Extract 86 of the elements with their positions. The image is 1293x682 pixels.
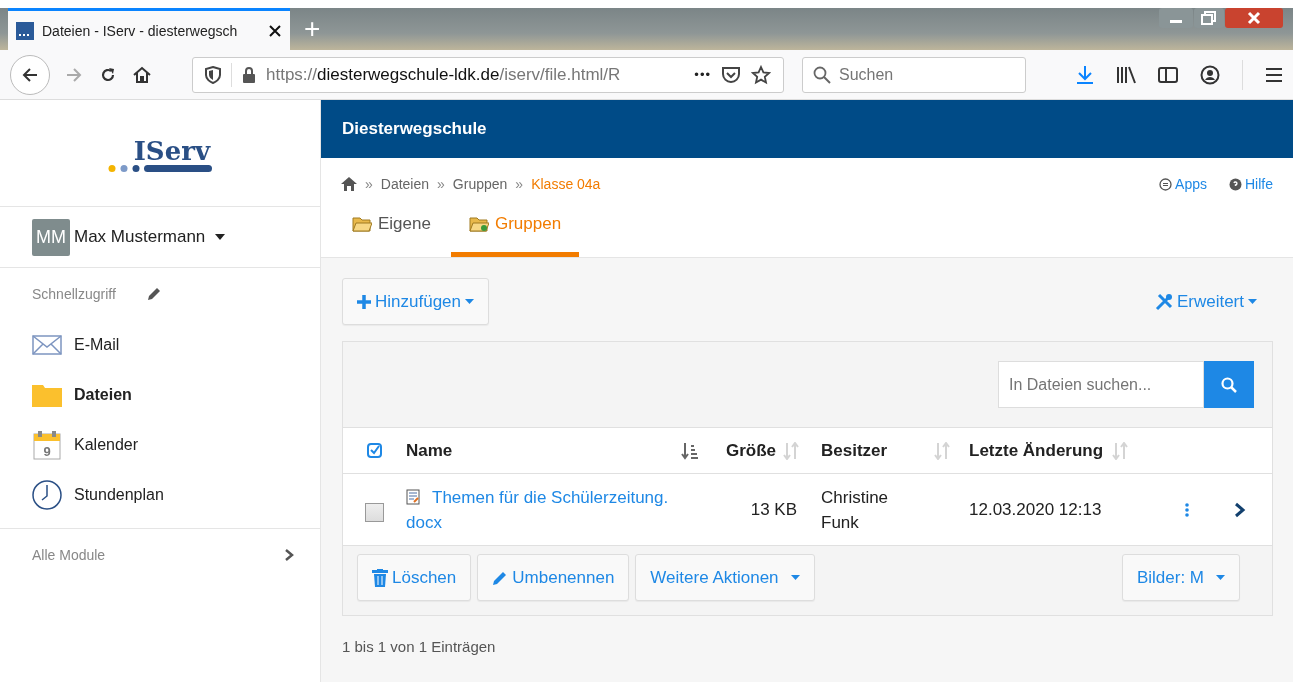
home-icon[interactable] — [132, 64, 152, 85]
select-all-icon[interactable] — [367, 443, 382, 458]
page-actions-button[interactable]: ••• — [694, 67, 711, 82]
close-icon[interactable] — [268, 23, 282, 38]
star-icon[interactable] — [751, 64, 771, 85]
apps-icon[interactable] — [1159, 177, 1173, 191]
entries-info: 1 bis 1 von 1 Einträgen — [342, 637, 497, 655]
avatar: MM — [32, 218, 70, 256]
search-icon — [1221, 376, 1237, 393]
breadcrumb-separator: » — [515, 176, 524, 192]
breadcrumb-separator: » — [365, 176, 373, 192]
document-icon — [406, 488, 420, 505]
more-options-icon[interactable] — [1185, 502, 1189, 517]
trash-icon — [372, 568, 388, 587]
help-link[interactable]: Hilfe — [1245, 176, 1273, 192]
logo-dots-icon — [108, 163, 212, 173]
section-label: Schnellzugriff — [32, 286, 116, 302]
minimize-icon[interactable] — [1159, 8, 1193, 28]
pencil-icon — [492, 569, 509, 586]
shield-icon — [205, 65, 221, 84]
lock-icon — [242, 65, 256, 84]
caret-icon — [465, 299, 474, 304]
delete-button[interactable]: Löschen — [357, 554, 472, 601]
table-cell-text: Christine Funk — [821, 486, 890, 534]
site-icon — [16, 21, 34, 40]
caret-icon — [1248, 299, 1257, 304]
tab[interactable]: Eigene — [341, 202, 442, 257]
breadcrumb-link[interactable]: Gruppen — [452, 176, 508, 192]
logo: IServ — [133, 137, 210, 164]
column-header[interactable]: Name — [406, 440, 453, 461]
sidebar-icon[interactable] — [1158, 65, 1178, 84]
envelope-icon — [32, 335, 62, 355]
all-modules-link[interactable]: Alle Module — [0, 528, 320, 581]
pocket-icon[interactable] — [721, 65, 741, 84]
restore-icon[interactable] — [1194, 8, 1224, 28]
advanced-menu[interactable]: Erweitert — [1154, 291, 1257, 312]
add-button[interactable]: Hinzufügen — [342, 278, 489, 325]
group-folder-icon — [468, 216, 489, 232]
rename-button[interactable]: Umbenennen — [477, 554, 630, 601]
breadcrumb-link[interactable]: Dateien — [380, 176, 430, 192]
more-actions-button[interactable]: Weitere Aktionen — [635, 554, 815, 601]
search-button[interactable] — [1204, 361, 1254, 408]
column-header[interactable]: Letzte Änderung — [969, 440, 1104, 461]
column-header[interactable]: Besitzer — [821, 440, 888, 461]
browser-tab[interactable]: Dateien - IServ - diesterwegsch — [8, 8, 290, 50]
breadcrumb-separator: » — [437, 176, 445, 192]
column-header[interactable]: Größe — [726, 440, 777, 461]
caret-icon[interactable] — [215, 234, 226, 240]
file-link[interactable]: Themen für die Schülerzeitung.docx — [406, 484, 676, 535]
plus-icon — [357, 294, 371, 309]
clock-icon — [32, 480, 62, 510]
sort-descending-icon[interactable] — [681, 441, 699, 460]
search-icon — [813, 65, 831, 84]
file-search-field[interactable]: In Dateien suchen... — [998, 361, 1204, 408]
library-icon[interactable] — [1116, 65, 1136, 84]
menu-icon[interactable] — [1265, 66, 1283, 83]
caret-icon — [790, 575, 800, 580]
image-size-button[interactable]: Bilder: M — [1121, 554, 1240, 601]
apps-link[interactable]: Apps — [1175, 176, 1207, 192]
sidebar-item[interactable]: Stundenplan — [0, 470, 320, 520]
sidebar-item[interactable]: 9 Kalender — [0, 420, 320, 470]
pencil-icon[interactable] — [145, 286, 162, 302]
table-cell: 12.03.2020 12:13 — [969, 499, 1102, 520]
url-text: https://diesterwegschule-ldk.de/iserv/file.html/R — [266, 64, 622, 85]
tools-icon — [1154, 292, 1173, 311]
calendar-icon: 9 — [32, 430, 62, 460]
chevron-right-icon[interactable] — [284, 548, 294, 562]
chevron-right-icon[interactable] — [1234, 501, 1246, 518]
new-tab-button[interactable]: + — [290, 8, 335, 50]
caret-icon — [1216, 575, 1225, 580]
sidebar-item[interactable]: Dateien — [0, 370, 320, 420]
account-icon[interactable] — [1200, 64, 1220, 85]
address-bar[interactable]: https://diesterwegschule-ldk.de/iserv/file.html/R ••• — [192, 56, 784, 93]
row-checkbox[interactable] — [365, 503, 384, 522]
sidebar-item[interactable]: E-Mail — [0, 320, 320, 370]
school-title: Diesterwegschule — [342, 119, 487, 139]
folder-icon — [32, 383, 62, 407]
table-cell: 13 KB — [750, 499, 797, 520]
download-icon[interactable] — [1076, 64, 1094, 85]
tab-title: Dateien - IServ - diesterwegsch — [42, 22, 239, 39]
search-field[interactable]: Suchen — [802, 56, 1026, 93]
user-menu[interactable]: Max Mustermann — [74, 227, 206, 247]
help-icon[interactable] — [1229, 177, 1242, 191]
folder-icon — [352, 216, 372, 232]
home-icon[interactable] — [341, 177, 357, 191]
back-button[interactable] — [10, 54, 50, 95]
